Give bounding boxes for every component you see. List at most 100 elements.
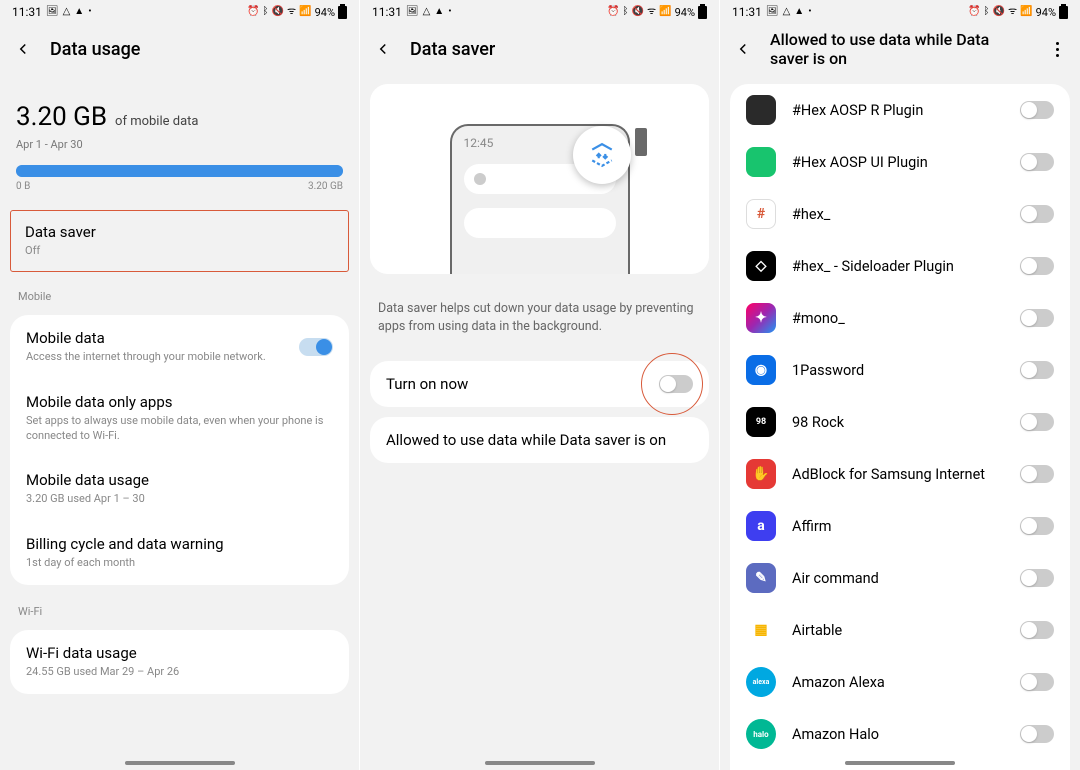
app-toggle[interactable] <box>1020 725 1054 743</box>
app-toggle[interactable] <box>1020 205 1054 223</box>
wifi-card: Wi-Fi data usage 24.55 GB used Mar 29 – … <box>10 630 349 694</box>
app-toggle[interactable] <box>1020 413 1054 431</box>
status-time: 11:31 <box>372 5 402 19</box>
app-toggle[interactable] <box>1020 309 1054 327</box>
app-toggle[interactable] <box>1020 257 1054 275</box>
alarm-icon: ⏰ <box>247 7 259 17</box>
wifi-usage-row[interactable]: Wi-Fi data usage 24.55 GB used Mar 29 – … <box>10 630 349 694</box>
illustration-card: 12:45 <box>370 84 709 274</box>
app-toggle[interactable] <box>1020 621 1054 639</box>
back-button[interactable] <box>12 38 34 60</box>
screen-data-usage: 11:31 🖼 △ ▲ • ⏰ ᛒ 🔇 ᯤ 📶 94% Data usage 3… <box>0 0 360 770</box>
gallery-icon: 🖼 <box>46 7 59 17</box>
wifi-icon: ᯤ <box>647 7 656 17</box>
battery-pct: 94% <box>675 6 695 19</box>
gallery-icon: 🖼 <box>406 7 419 17</box>
app-row[interactable]: #Hex AOSP R Plugin <box>730 84 1070 136</box>
app-row[interactable]: ✋ AdBlock for Samsung Internet <box>730 448 1070 500</box>
more-button[interactable] <box>1046 38 1068 60</box>
app-row[interactable]: halo Amazon Halo <box>730 708 1070 760</box>
row-title: Mobile data usage <box>26 471 333 489</box>
app-name: #hex_ - Sideloader Plugin <box>792 258 1004 275</box>
alarm-icon: ⏰ <box>607 7 619 17</box>
app-row[interactable]: ▦Airtable <box>730 604 1070 656</box>
app-icon: ✋ <box>746 459 776 489</box>
app-toggle[interactable] <box>1020 153 1054 171</box>
battery-pct: 94% <box>1036 6 1056 19</box>
back-button[interactable] <box>372 38 394 60</box>
signal-icon: 📶 <box>299 7 311 17</box>
app-row[interactable]: ##hex_ <box>730 188 1070 240</box>
signal-icon: 📶 <box>659 7 671 17</box>
dot-icon: • <box>808 7 811 17</box>
row-sub: 3.20 GB used Apr 1 – 30 <box>26 492 333 507</box>
dot-icon: • <box>448 7 451 17</box>
bluetooth-icon: ᛒ <box>984 7 990 17</box>
header: Data saver <box>360 24 719 74</box>
signal-icon: 📶 <box>1020 7 1032 17</box>
row-sub: 1st day of each month <box>26 556 333 571</box>
app-name: #Hex AOSP R Plugin <box>792 102 1004 119</box>
app-row[interactable]: ✦#mono_ <box>730 292 1070 344</box>
drive-icon: △ <box>423 7 431 17</box>
mobile-only-apps-row[interactable]: Mobile data only apps Set apps to always… <box>10 379 349 458</box>
row-sub: Set apps to always use mobile data, even… <box>26 414 333 444</box>
data-saver-label: Data saver <box>25 223 334 241</box>
app-name: #mono_ <box>792 310 1004 327</box>
phone-notch-icon <box>635 128 647 156</box>
nav-bar[interactable] <box>125 761 235 765</box>
app-row[interactable]: #Hex AOSP UI Plugin <box>730 136 1070 188</box>
wifi-icon: ᯤ <box>1008 7 1017 17</box>
apps-list[interactable]: #Hex AOSP R Plugin#Hex AOSP UI Plugin##h… <box>730 84 1070 770</box>
row-title: Wi-Fi data usage <box>26 644 333 662</box>
mobile-data-toggle[interactable] <box>299 338 333 356</box>
app-toggle[interactable] <box>1020 569 1054 587</box>
app-row[interactable]: 9898 Rock <box>730 396 1070 448</box>
app-name: Affirm <box>792 518 1004 535</box>
usage-summary: 3.20 GB of mobile data Apr 1 - Apr 30 0 … <box>0 74 359 202</box>
battery-pct: 94% <box>315 6 335 19</box>
mobile-data-row[interactable]: Mobile data Access the internet through … <box>10 315 349 379</box>
header: Allowed to use data while Data saver is … <box>720 24 1080 74</box>
app-row[interactable]: aAffirm <box>730 500 1070 552</box>
illustration: 12:45 <box>370 84 709 274</box>
data-saver-row[interactable]: Data saver Off <box>10 210 349 272</box>
app-row[interactable]: ◉1Password <box>730 344 1070 396</box>
app-toggle[interactable] <box>1020 101 1054 119</box>
app-toggle[interactable] <box>1020 517 1054 535</box>
page-title: Data saver <box>410 39 707 60</box>
back-button[interactable] <box>732 38 754 60</box>
app-row[interactable]: alexaAmazon Alexa <box>730 656 1070 708</box>
status-time: 11:31 <box>732 5 762 19</box>
app-row[interactable]: ◇#hex_ - Sideloader Plugin <box>730 240 1070 292</box>
bluetooth-icon: ᛒ <box>623 7 629 17</box>
app-icon: ▲ <box>434 7 444 17</box>
app-icon: # <box>746 199 776 229</box>
bar-max: 3.20 GB <box>308 181 343 192</box>
app-icon: halo <box>746 719 776 749</box>
app-name: Amazon Halo <box>792 726 1004 743</box>
screen-data-saver: 11:31 🖼 △ ▲ • ⏰ ᛒ 🔇 ᯤ 📶 94% Data saver 1… <box>360 0 720 770</box>
mobile-data-usage-row[interactable]: Mobile data usage 3.20 GB used Apr 1 – 3… <box>10 457 349 521</box>
billing-cycle-row[interactable]: Billing cycle and data warning 1st day o… <box>10 521 349 585</box>
drive-icon: △ <box>63 7 71 17</box>
nav-bar[interactable] <box>845 761 955 765</box>
wifi-icon: ᯤ <box>287 7 296 17</box>
wifi-section-label: Wi-Fi <box>0 595 359 620</box>
screen-allowed-apps: 11:31 🖼 △ ▲ • ⏰ ᛒ 🔇 ᯤ 📶 94% Allowed to u… <box>720 0 1080 770</box>
app-icon: alexa <box>746 667 776 697</box>
nav-bar[interactable] <box>485 761 595 765</box>
app-name: AdBlock for Samsung Internet <box>792 466 1004 483</box>
app-toggle[interactable] <box>1020 673 1054 691</box>
page-title: Data usage <box>50 39 347 60</box>
app-row[interactable]: ✎Air command <box>730 552 1070 604</box>
turn-on-label: Turn on now <box>386 375 468 393</box>
app-name: 98 Rock <box>792 414 1004 431</box>
app-icon: ◉ <box>746 355 776 385</box>
app-toggle[interactable] <box>1020 361 1054 379</box>
app-icon: ▲ <box>794 7 804 17</box>
app-toggle[interactable] <box>1020 465 1054 483</box>
allowed-row[interactable]: Allowed to use data while Data saver is … <box>370 417 709 463</box>
app-icon: ▦ <box>746 615 776 645</box>
dot-icon: • <box>88 7 91 17</box>
